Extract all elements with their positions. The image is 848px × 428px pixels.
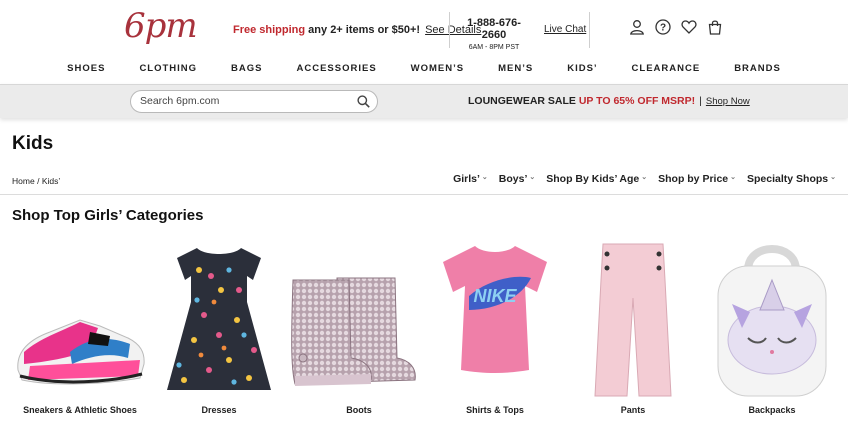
category-tile-boots[interactable]: Boots — [289, 240, 429, 428]
category-tile-pants[interactable]: Pants — [563, 240, 703, 428]
header-divider — [589, 12, 590, 48]
category-label[interactable]: Shirts & Tops — [425, 405, 565, 415]
promo-discount: UP TO 65% OFF MSRP! — [578, 95, 696, 107]
breadcrumb-current: Kids’ — [41, 176, 61, 186]
nav-item-shoes[interactable]: SHOES — [50, 63, 122, 74]
category-tile-dresses[interactable]: Dresses — [149, 240, 289, 428]
phone-number[interactable]: 1-888-676-2660 — [456, 17, 532, 41]
breadcrumb-separator: / — [37, 176, 40, 186]
phone-block: 1-888-676-2660 6AM - 8PM PST — [456, 17, 532, 51]
page-title: Kids — [12, 133, 54, 154]
search-input[interactable] — [140, 95, 340, 107]
nav-item-clothing[interactable]: CLOTHING — [122, 63, 214, 74]
header-divider — [449, 12, 450, 48]
category-label[interactable]: Pants — [563, 405, 703, 415]
shop-now-link[interactable]: Shop Now — [706, 96, 750, 107]
main-nav: SHOES CLOTHING BAGS ACCESSORIES WOMEN’S … — [0, 63, 848, 74]
shipping-highlight: Free shipping — [233, 24, 306, 36]
svg-text:?: ? — [660, 23, 666, 34]
nav-item-womens[interactable]: WOMEN’S — [394, 63, 481, 74]
shirt-image[interactable]: NIKE — [425, 240, 565, 400]
filter-kids-age[interactable]: Shop By Kids’ Age — [546, 173, 647, 185]
dress-image[interactable] — [149, 240, 289, 400]
heart-icon[interactable] — [681, 19, 697, 35]
support-hours: 6AM - 8PM PST — [468, 44, 520, 51]
bag-icon[interactable] — [707, 19, 723, 35]
header-icons: ? — [629, 19, 723, 35]
nav-item-mens[interactable]: MEN’S — [481, 63, 550, 74]
nav-item-clearance[interactable]: CLEARANCE — [615, 63, 718, 74]
category-tile-backpacks[interactable]: Backpacks — [702, 240, 842, 428]
pants-image[interactable] — [563, 240, 703, 400]
nav-item-kids[interactable]: KIDS’ — [550, 63, 614, 74]
search-icon[interactable] — [357, 95, 370, 113]
boots-image[interactable] — [289, 240, 429, 400]
category-tile-sneakers[interactable]: Sneakers & Athletic Shoes — [10, 240, 150, 428]
breadcrumb: Home / Kids’ — [12, 176, 60, 186]
shipping-text: any 2+ items or $50+! — [305, 24, 421, 36]
account-icon[interactable] — [629, 19, 645, 35]
breadcrumb-home[interactable]: Home — [12, 176, 35, 186]
help-icon[interactable]: ? — [655, 19, 671, 35]
category-label[interactable]: Boots — [289, 405, 429, 415]
promo-label: LOUNGEWEAR SALE — [468, 95, 576, 107]
search-box — [130, 90, 378, 113]
sneaker-image[interactable] — [10, 240, 150, 400]
category-label[interactable]: Backpacks — [702, 405, 842, 415]
site-header: 6pm Free shipping any 2+ items or $50+! S… — [0, 0, 848, 84]
svg-text:NIKE: NIKE — [473, 286, 517, 306]
site-logo[interactable]: 6pm — [124, 6, 198, 46]
search-bar-strip: LOUNGEWEAR SALE UP TO 65% OFF MSRP!| Shop… — [0, 84, 848, 118]
promo-separator: | — [699, 95, 702, 107]
nav-item-brands[interactable]: BRANDS — [717, 63, 798, 74]
category-tile-shirts[interactable]: NIKE Shirts & Tops — [425, 240, 565, 428]
nav-item-accessories[interactable]: ACCESSORIES — [280, 63, 394, 74]
live-chat-link[interactable]: Live Chat — [544, 24, 586, 35]
category-label[interactable]: Dresses — [149, 405, 289, 415]
category-label[interactable]: Sneakers & Athletic Shoes — [10, 405, 150, 415]
section-divider — [0, 194, 848, 195]
filter-menu: Girls’ Boys’ Shop By Kids’ Age Shop by P… — [453, 173, 836, 185]
filter-boys[interactable]: Boys’ — [499, 173, 535, 185]
free-shipping-banner: Free shipping any 2+ items or $50+! See D… — [233, 24, 481, 36]
filter-specialty-shops[interactable]: Specialty Shops — [747, 173, 836, 185]
nav-item-bags[interactable]: BAGS — [214, 63, 279, 74]
section-title: Shop Top Girls’ Categories — [12, 207, 204, 224]
promo-banner: LOUNGEWEAR SALE UP TO 65% OFF MSRP! | Shop… — [468, 95, 750, 107]
backpack-image[interactable] — [702, 240, 842, 400]
filter-price[interactable]: Shop by Price — [658, 173, 736, 185]
filter-girls[interactable]: Girls’ — [453, 173, 488, 185]
